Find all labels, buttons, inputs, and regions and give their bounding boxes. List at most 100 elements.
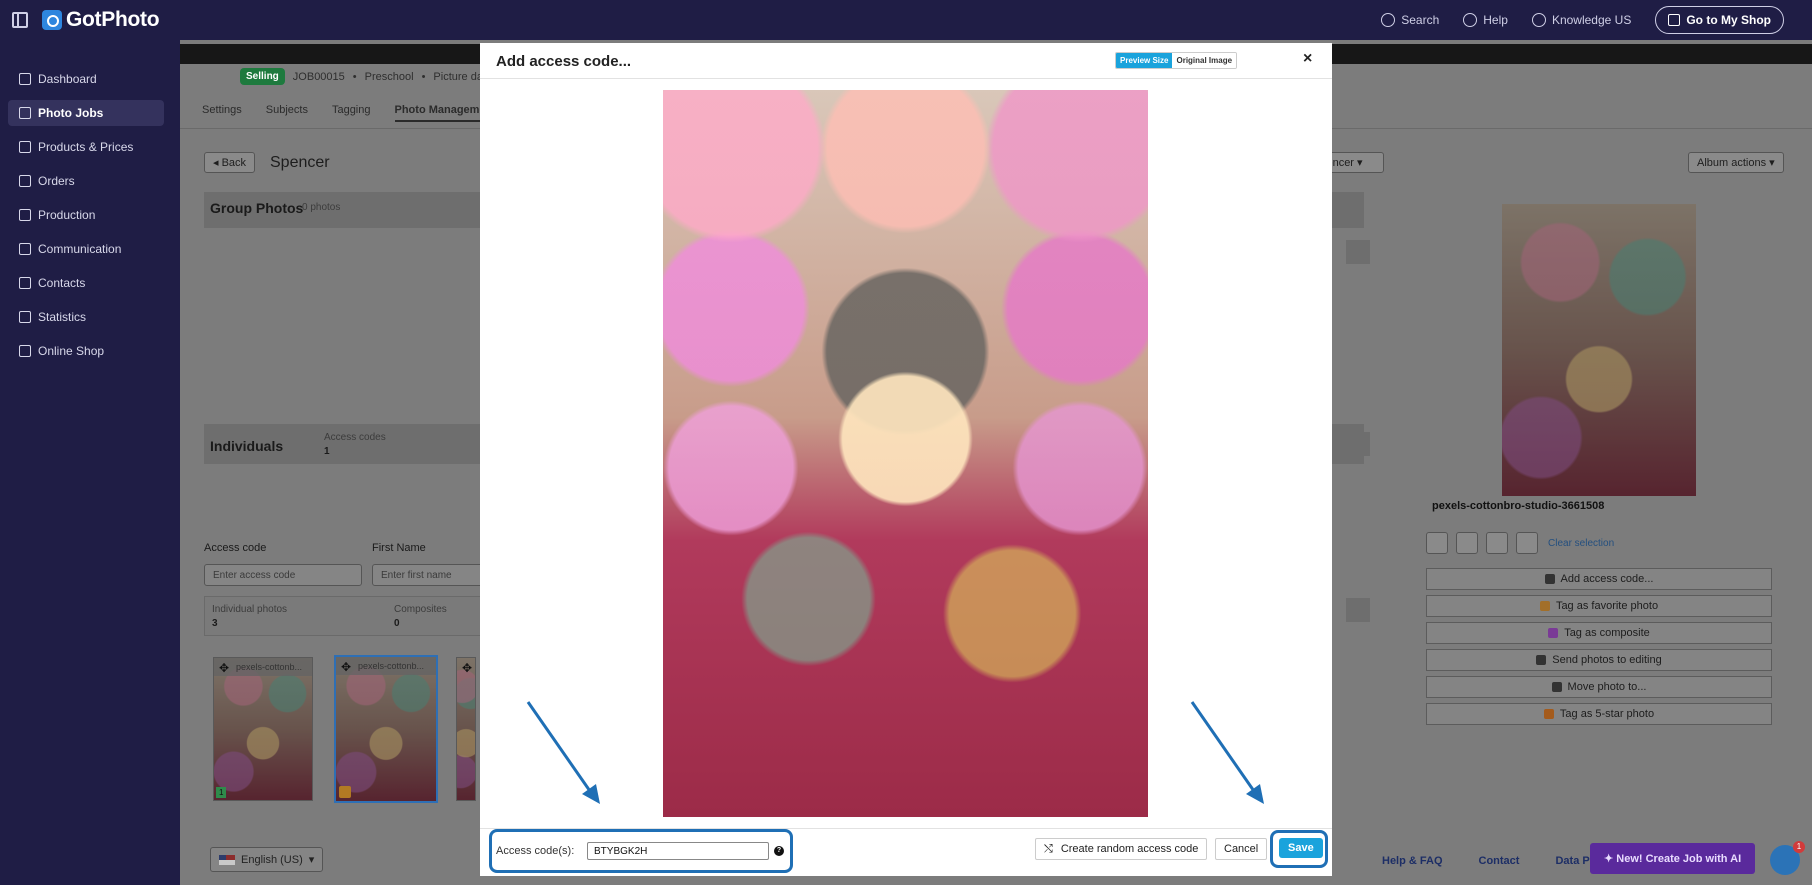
- star-icon: [1539, 601, 1550, 611]
- create-random-code-button[interactable]: ⤭ Create random access code: [1035, 838, 1208, 860]
- preview-size-option[interactable]: Preview Size: [1116, 53, 1173, 68]
- printer-icon: [19, 209, 31, 221]
- sidebar-item-products-prices[interactable]: Products & Prices: [8, 134, 164, 160]
- brand-logo[interactable]: GotPhoto: [42, 8, 160, 32]
- sidebar-item-statistics[interactable]: Statistics: [8, 304, 164, 330]
- original-image-option[interactable]: Original Image: [1172, 53, 1237, 68]
- favorite-star-icon: [339, 786, 351, 798]
- footer-links: Help & FAQ Contact Data Pri: [1382, 855, 1597, 867]
- access-code-highlight: Access code(s): ?: [489, 829, 793, 873]
- move-icon[interactable]: ✥: [341, 660, 351, 674]
- photo-stats: [204, 596, 504, 636]
- chart-icon: [19, 311, 31, 323]
- tag-five-star-action[interactable]: Tag as 5-star photo: [1426, 703, 1772, 725]
- person-icon: [19, 277, 31, 289]
- sidebar-item-communication[interactable]: Communication: [8, 236, 164, 262]
- access-code-input[interactable]: [587, 842, 769, 860]
- language-label: English (US): [241, 853, 303, 866]
- selected-photo-filename: pexels-cottonbro-studio-3661508: [1432, 500, 1605, 512]
- add-access-code-action[interactable]: Add access code...: [1426, 568, 1772, 590]
- photo-thumbnail[interactable]: pexels-cottonb... ✥ 1: [213, 657, 313, 801]
- send-to-editing-action[interactable]: Send photos to editing: [1426, 649, 1772, 671]
- sidebar-item-label: Online Shop: [38, 344, 105, 358]
- photo-thumbnail[interactable]: ✥: [456, 657, 476, 801]
- group-photos-title: Group Photos: [210, 200, 304, 216]
- first-name-filter-input[interactable]: Enter first name: [372, 564, 492, 586]
- search-link[interactable]: Search: [1381, 13, 1439, 27]
- job-type: Preschool: [364, 70, 414, 83]
- tab-settings[interactable]: Settings: [202, 104, 242, 122]
- language-select[interactable]: English (US) ▾: [210, 847, 324, 872]
- account-link[interactable]: Knowledge US: [1531, 13, 1632, 27]
- separator-dot: •: [352, 70, 357, 83]
- external-link-icon: [1668, 14, 1681, 26]
- preview-image: [1502, 204, 1696, 496]
- help-link[interactable]: Help: [1463, 13, 1508, 27]
- sidebar-item-label: Statistics: [38, 310, 87, 324]
- first-name-filter-label: First Name: [372, 542, 426, 554]
- tag-favorite-action[interactable]: Tag as favorite photo: [1426, 595, 1772, 617]
- modal-header: Add access code... Preview Size Original…: [480, 43, 1332, 79]
- footer-help-link[interactable]: Help & FAQ: [1382, 855, 1443, 867]
- composites-value: 0: [394, 618, 400, 629]
- action-label: Send photos to editing: [1552, 654, 1662, 666]
- edit-icon: [1536, 655, 1547, 665]
- account-label: Knowledge US: [1551, 13, 1632, 27]
- move-photo-action[interactable]: Move photo to...: [1426, 676, 1772, 698]
- group-photos-menu[interactable]: [1346, 240, 1370, 264]
- access-code-filter-label: Access code: [204, 542, 267, 554]
- action-label: Tag as favorite photo: [1555, 600, 1659, 612]
- view-select[interactable]: [1346, 598, 1370, 622]
- album-actions-button[interactable]: Album actions ▾: [1688, 152, 1784, 173]
- sidebar-item-photo-jobs[interactable]: Photo Jobs: [8, 100, 164, 126]
- tab-subjects[interactable]: Subjects: [266, 104, 308, 122]
- sidebar-item-label: Photo Jobs: [38, 106, 104, 120]
- clear-selection-link[interactable]: Clear selection: [1548, 538, 1614, 549]
- sidebar-toggle-icon[interactable]: [12, 12, 28, 28]
- back-label: Back: [221, 157, 247, 169]
- photo-thumbnail-selected[interactable]: pexels-cottonb... ✥: [334, 655, 438, 803]
- back-button[interactable]: ◂ Back: [204, 152, 256, 173]
- sidebar-item-orders[interactable]: Orders: [8, 168, 164, 194]
- sidebar-item-label: Contacts: [38, 276, 86, 290]
- download-icon[interactable]: [1426, 532, 1448, 554]
- save-button[interactable]: Save: [1279, 838, 1323, 858]
- add-access-code-modal: Add access code... Preview Size Original…: [480, 43, 1332, 876]
- move-file-icon: [1551, 682, 1562, 692]
- move-icon[interactable]: ✥: [462, 661, 472, 675]
- search-label: Search: [1401, 13, 1440, 27]
- sidebar-item-dashboard[interactable]: Dashboard: [8, 66, 164, 92]
- access-code-filter-input[interactable]: Enter access code: [204, 564, 362, 586]
- move-icon[interactable]: ✥: [219, 661, 229, 675]
- ai-button-label: New! Create Job with AI: [1616, 853, 1742, 865]
- action-label: Tag as composite: [1564, 627, 1650, 639]
- close-icon[interactable]: ×: [1303, 50, 1312, 68]
- composites-label: Composites: [394, 604, 447, 615]
- hide-icon[interactable]: [1486, 532, 1508, 554]
- tab-tagging[interactable]: Tagging: [332, 104, 371, 122]
- sidebar-item-online-shop[interactable]: Online Shop: [8, 338, 164, 364]
- help-icon[interactable]: ?: [774, 846, 784, 856]
- trash-icon[interactable]: [1456, 532, 1478, 554]
- photo-thumbnail-image: [336, 657, 436, 801]
- access-code-label: Access code(s):: [496, 845, 575, 857]
- basket-icon: [19, 175, 31, 187]
- home-icon: [19, 73, 31, 85]
- sidebar-item-label: Orders: [38, 174, 75, 188]
- chat-unread-badge: 1: [1793, 841, 1805, 853]
- footer-contact-link[interactable]: Contact: [1479, 855, 1520, 867]
- sidebar-item-contacts[interactable]: Contacts: [8, 270, 164, 296]
- go-to-shop-label: Go to My Shop: [1686, 13, 1771, 27]
- create-job-ai-button[interactable]: ✦ New! Create Job with AI: [1590, 843, 1756, 874]
- cancel-button[interactable]: Cancel: [1215, 838, 1268, 860]
- user-icon: [1531, 13, 1546, 27]
- sidebar-item-production[interactable]: Production: [8, 202, 164, 228]
- cart-icon: [19, 141, 31, 153]
- individuals-menu[interactable]: [1346, 432, 1370, 456]
- sidebar-item-label: Products & Prices: [38, 140, 134, 154]
- go-to-shop-button[interactable]: Go to My Shop: [1655, 6, 1784, 34]
- info-icon[interactable]: [1516, 532, 1538, 554]
- help-label: Help: [1483, 13, 1508, 27]
- modal-title: Add access code...: [496, 53, 632, 70]
- tag-composite-action[interactable]: Tag as composite: [1426, 622, 1772, 644]
